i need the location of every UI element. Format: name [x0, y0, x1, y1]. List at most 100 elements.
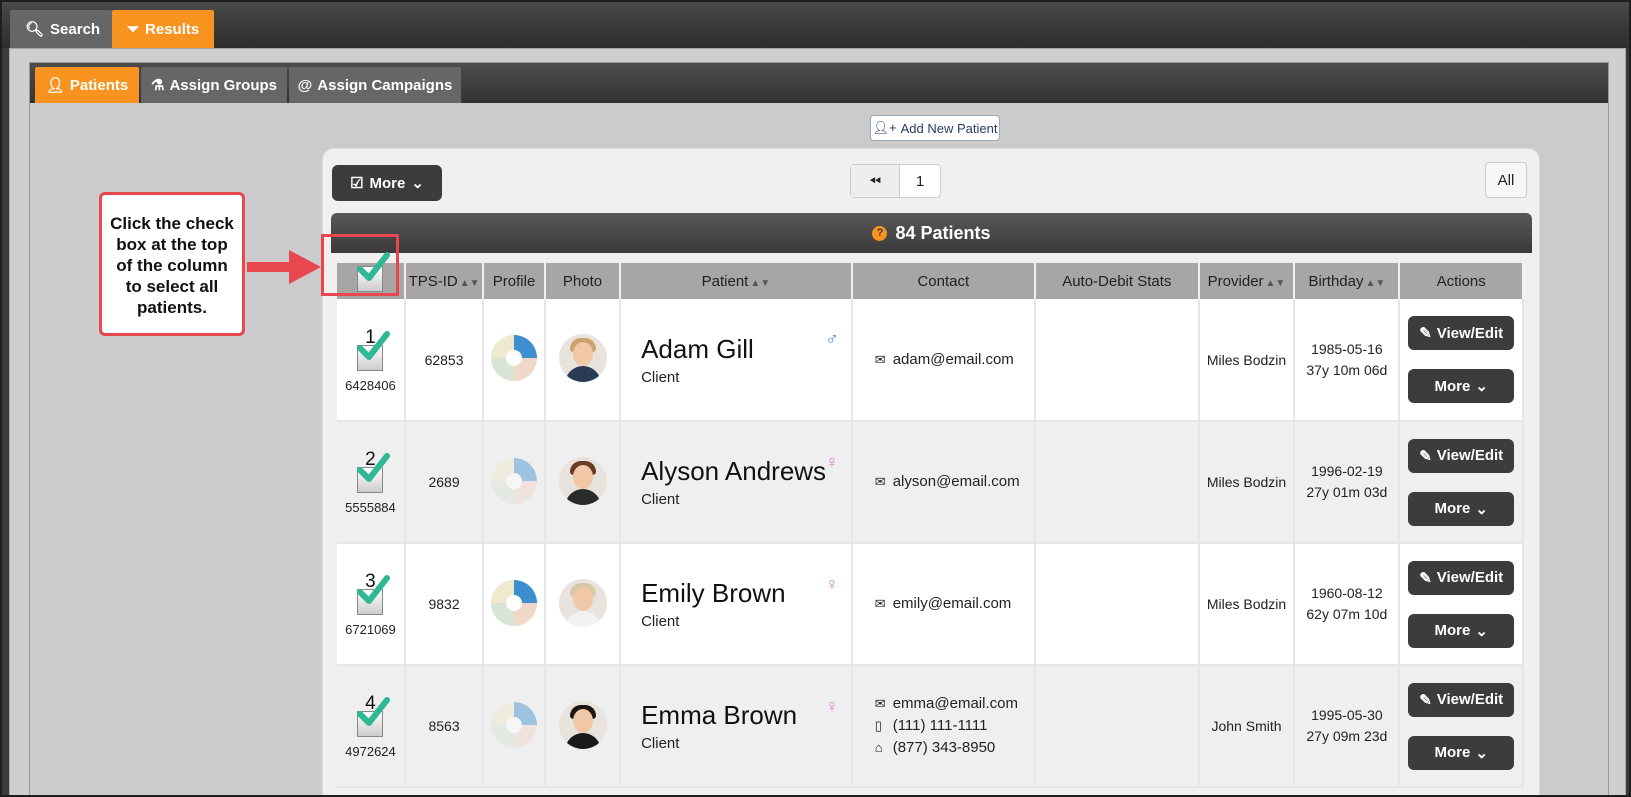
checkmark-icon — [357, 575, 391, 604]
view-edit-button[interactable]: ✎ View/Edit — [1408, 438, 1515, 473]
patient-cell: Emily Brown Client ♀ — [620, 543, 853, 666]
profile-pie-icon[interactable] — [489, 578, 539, 628]
instruction-callout: Click the check box at the top of the co… — [99, 192, 245, 336]
patient-name[interactable]: Emily Brown — [641, 578, 851, 609]
email-line[interactable]: ✉ emily@email.com — [875, 593, 1034, 615]
row-more-button[interactable]: More ⌄ — [1408, 369, 1515, 403]
row-select-cell: 4 4972624 — [337, 665, 406, 788]
row-code: 6721069 — [345, 622, 396, 637]
age: 37y 10m 06d — [1306, 361, 1388, 378]
avatar[interactable] — [558, 700, 607, 749]
email-line[interactable]: ✉ alyson@email.com — [875, 471, 1034, 493]
email-line[interactable]: ✉ emma@email.com — [875, 693, 1034, 715]
column-header-tps-id[interactable]: TPS-ID ▲▼ — [404, 263, 485, 299]
tab-assign-groups-label: Assign Groups — [169, 76, 277, 94]
patient-cell: Emma Brown Client ♀ — [620, 665, 853, 788]
auto-debit-cell — [1034, 543, 1200, 666]
actions-cell: ✎ View/Edit More ⌄ — [1399, 299, 1524, 422]
help-icon[interactable]: ? — [872, 225, 888, 241]
tab-results-label: Results — [145, 20, 200, 38]
view-edit-label: View/Edit — [1436, 324, 1504, 342]
birthday-cell: 1995-05-30 27y 09m 23d — [1294, 665, 1401, 788]
email-line[interactable]: ✉ adam@email.com — [875, 349, 1034, 371]
bulk-more-button[interactable]: ☑ More ⌄ — [332, 165, 442, 201]
row-checkbox[interactable] — [357, 330, 391, 371]
row-checkbox[interactable] — [357, 697, 391, 737]
patient-name[interactable]: Alyson Andrews — [641, 456, 851, 487]
view-edit-button[interactable]: ✎ View/Edit — [1408, 682, 1515, 717]
row-checkbox[interactable] — [357, 575, 391, 615]
row-select-cell: 1 6428406 — [337, 299, 406, 422]
profile-cell — [483, 543, 546, 666]
contact-cell: ✉adam@email.com ▯ ⌂ — [851, 299, 1036, 422]
table-row: 4 4972624 8563 Emma Brown Client ♀ ✉ emm… — [337, 665, 1524, 788]
photo-cell — [544, 543, 622, 666]
tab-assign-groups[interactable]: ⚗ Assign Groups — [141, 67, 287, 103]
phone-line[interactable]: ▯ (111) 111-1111 — [875, 715, 1034, 737]
view-edit-button[interactable]: ✎ View/Edit — [1408, 316, 1515, 350]
add-new-patient-button[interactable]: 👤︎+ Add New Patient — [870, 115, 1000, 141]
patient-name[interactable]: Emma Brown — [641, 700, 851, 731]
age: 62y 07m 10d — [1306, 606, 1388, 622]
contact-cell: ✉ emma@email.com ▯ (111) 111-1111 ⌂ (877) 3… — [851, 665, 1036, 788]
avatar[interactable] — [558, 456, 607, 505]
edit-icon: ✎ — [1419, 569, 1432, 587]
profile-pie-icon[interactable] — [489, 333, 539, 383]
envelope-icon: ✉ — [874, 351, 886, 367]
birthday-date: 1960-08-12 — [1311, 585, 1383, 601]
page-button-current[interactable]: 1 — [899, 165, 940, 197]
column-header-contact: Contact — [851, 263, 1036, 299]
avatar[interactable] — [558, 334, 607, 382]
column-header-photo: Photo — [544, 263, 622, 299]
chevron-down-icon: ⌄ — [1475, 622, 1488, 640]
tab-assign-campaigns-label: Assign Campaigns — [317, 76, 453, 94]
table-row: 2 5555884 2689 Alyson Andrews Client ♀ ✉… — [337, 421, 1524, 544]
row-more-button[interactable]: More ⌄ — [1408, 735, 1515, 770]
tps-id: 9832 — [404, 543, 485, 666]
show-all-button[interactable]: All — [1485, 162, 1527, 198]
view-edit-button[interactable]: ✎ View/Edit — [1408, 560, 1515, 595]
results-summary: ? 84 Patients — [331, 213, 1532, 253]
tab-search[interactable]: 🔍︎ Search — [10, 10, 112, 48]
age: 27y 09m 23d — [1306, 728, 1388, 744]
avatar[interactable] — [558, 578, 607, 627]
column-header-birthday[interactable]: Birthday ▲▼ — [1294, 263, 1401, 299]
tab-results[interactable]: ⏷ Results — [112, 10, 214, 48]
provider: Miles Bodzin — [1198, 299, 1296, 422]
user-plus-icon: 👤︎+ — [872, 120, 897, 135]
edit-icon: ✎ — [1419, 691, 1432, 709]
provider: Miles Bodzin — [1198, 543, 1296, 666]
actions-cell: ✎ View/Edit More ⌄ — [1399, 665, 1524, 788]
profile-pie-icon[interactable] — [489, 456, 539, 506]
tab-assign-campaigns[interactable]: @ Assign Campaigns — [289, 67, 461, 103]
tab-patients[interactable]: 👤︎ Patients — [35, 67, 139, 103]
row-checkbox[interactable] — [357, 453, 391, 493]
edit-icon: ✎ — [1419, 447, 1432, 465]
contact-cell: ✉alyson@email.com ▯ ⌂ — [851, 421, 1036, 544]
patient-type: Client — [641, 735, 680, 752]
chevron-down-icon: ⌄ — [411, 175, 424, 192]
row-more-button[interactable]: More ⌄ — [1408, 613, 1515, 648]
tps-id: 2689 — [404, 421, 485, 544]
filter-icon: ⏷ — [127, 20, 140, 38]
table-row: 3 6721069 9832 Emily Brown Client ♀ ✉ em… — [337, 543, 1524, 666]
column-header-patient[interactable]: Patient ▲▼ — [620, 263, 853, 299]
column-header-provider[interactable]: Provider ▲▼ — [1198, 263, 1296, 299]
arrow-right-icon — [247, 250, 321, 284]
select-all-highlight — [321, 234, 399, 296]
provider: Miles Bodzin — [1198, 421, 1296, 544]
sub-nav-bar: 👤︎ Patients ⚗ Assign Groups @ Assign Cam… — [30, 63, 1608, 103]
patient-type: Client — [641, 613, 680, 630]
patient-name[interactable]: Adam Gill — [641, 334, 851, 365]
at-icon: @ — [297, 76, 313, 94]
profile-pie-icon[interactable] — [489, 700, 539, 750]
edit-icon: ✎ — [1419, 325, 1432, 342]
flask-icon: ⚗ — [151, 77, 165, 94]
view-edit-label: View/Edit — [1436, 447, 1504, 464]
row-more-button[interactable]: More ⌄ — [1408, 491, 1515, 526]
phone-line[interactable]: ⌂ (877) 343-8950 — [875, 737, 1034, 759]
first-page-button[interactable]: ⏪︎ — [851, 165, 899, 197]
actions-cell: ✎ View/Edit More ⌄ — [1399, 421, 1524, 544]
table-row: 1 6428406 62853 Adam Gill Client ♂ ✉ ada… — [337, 299, 1524, 422]
profile-cell — [483, 665, 546, 788]
